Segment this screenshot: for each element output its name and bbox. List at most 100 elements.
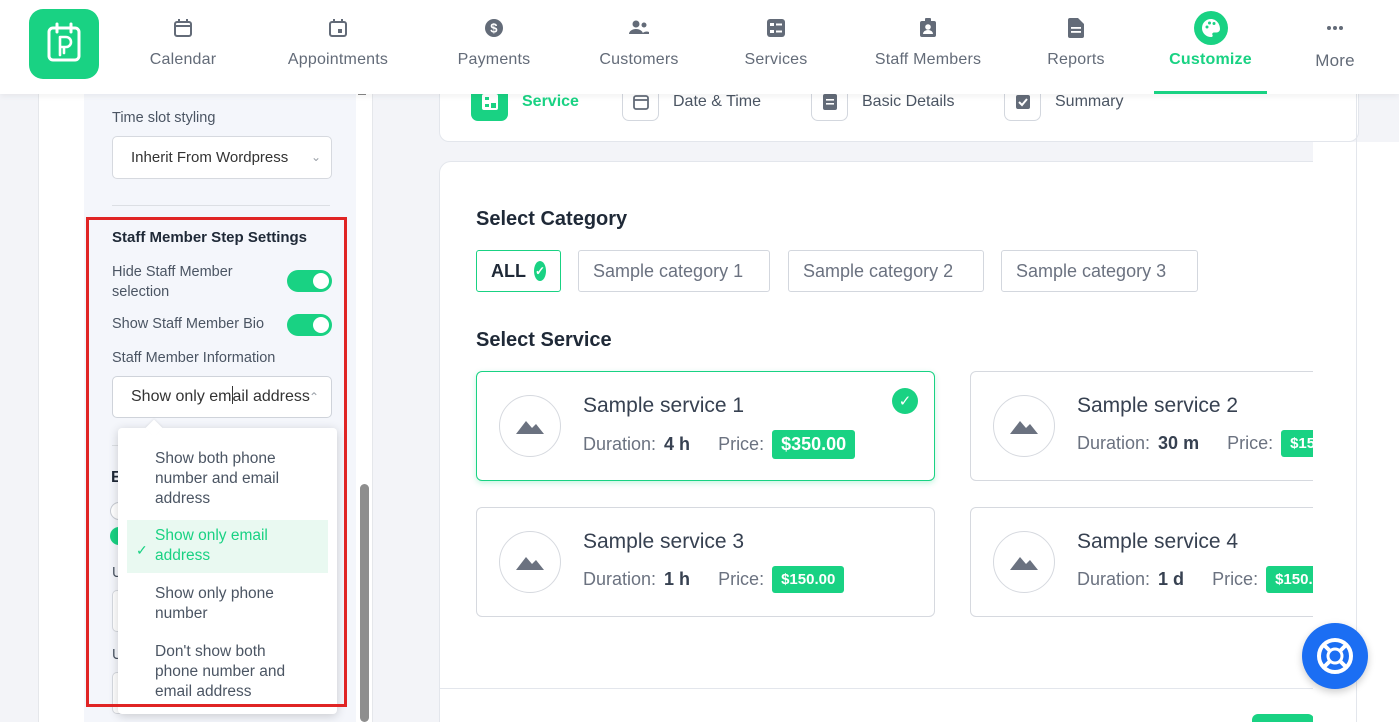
service-name: Sample service 4 xyxy=(1077,530,1239,553)
option-text: number and email xyxy=(155,470,280,487)
nav-customize[interactable]: Customize xyxy=(1154,0,1267,94)
check-icon: ✓ xyxy=(136,542,148,558)
service-name: Sample service 1 xyxy=(583,394,745,417)
next-button[interactable] xyxy=(1252,714,1314,722)
active-tab-indicator xyxy=(1154,91,1267,94)
svg-text:$: $ xyxy=(490,21,498,36)
option-text: phone number and xyxy=(155,663,286,680)
category-label: ALL xyxy=(491,260,526,281)
option-text: number xyxy=(155,605,208,622)
select-service-title: Select Service xyxy=(476,329,612,351)
service-meta: Duration: 1 d Price: $150.00 xyxy=(1077,566,1339,593)
service-duration: 30 m xyxy=(1158,433,1200,453)
chevron-down-icon: ⌄ xyxy=(310,150,321,164)
nav-reports[interactable]: Reports xyxy=(1043,0,1109,94)
category-chip-all[interactable]: ALL ✓ xyxy=(476,250,561,292)
service-meta: Duration: 4 h Price: $350.00 xyxy=(583,430,856,459)
staff-member-information-value-end: ail address xyxy=(232,388,310,405)
service-duration: 1 h xyxy=(664,569,691,589)
image-placeholder-icon xyxy=(499,395,561,457)
divider xyxy=(112,205,330,206)
category-label: Sample category 3 xyxy=(1016,260,1167,281)
duration-label: Duration: xyxy=(583,434,657,454)
show-staff-bio-toggle[interactable] xyxy=(287,314,332,336)
service-meta: Duration:30 m Price:$150.00 xyxy=(1077,430,1354,457)
help-button[interactable] xyxy=(1302,623,1368,689)
select-category-title: Select Category xyxy=(476,208,628,230)
category-chip-2[interactable]: Sample category 2 xyxy=(788,250,984,292)
duration-label: Duration: xyxy=(1077,569,1151,589)
option-text: address xyxy=(155,490,211,507)
scrollbar-thumb[interactable] xyxy=(360,484,369,722)
chevron-up-icon: ⌃ xyxy=(308,390,319,404)
palette-icon xyxy=(1193,11,1228,45)
nav-label: Calendar xyxy=(149,51,217,68)
dropdown-option-show-both[interactable]: Show both phone number and email address xyxy=(127,449,328,509)
scroll-marker xyxy=(358,94,366,95)
category-chip-1[interactable]: Sample category 1 xyxy=(578,250,770,292)
staff-icon xyxy=(919,16,937,40)
service-price: $350.00 xyxy=(772,430,856,459)
image-placeholder-icon xyxy=(499,531,561,593)
category-label: Sample category 1 xyxy=(593,260,744,281)
hide-staff-selection-label-line1: Hide Staff Member xyxy=(112,264,233,280)
dropdown-option-show-none[interactable]: Don't show both phone number and email a… xyxy=(127,642,328,702)
nav-label: Appointments xyxy=(287,51,389,68)
option-text: Show only phone xyxy=(155,585,274,602)
image-placeholder-icon xyxy=(993,531,1055,593)
step-label: Service xyxy=(522,93,579,110)
nav-label: Staff Members xyxy=(874,51,982,68)
price-label: Price: xyxy=(1227,433,1274,453)
nav-appointments[interactable]: Appointments xyxy=(280,0,396,94)
nav-label: Customize xyxy=(1169,51,1252,68)
panel-border xyxy=(1356,94,1357,722)
service-meta: Duration: 1 h Price: $150.00 xyxy=(583,566,845,593)
footer-divider xyxy=(440,688,1313,689)
nav-staff-members[interactable]: Staff Members xyxy=(866,0,990,94)
image-placeholder-icon xyxy=(993,395,1055,457)
step-label: Basic Details xyxy=(862,93,955,110)
nav-services[interactable]: Services xyxy=(740,0,812,94)
duration-label: Duration: xyxy=(583,569,657,589)
dropdown-option-show-phone[interactable]: Show only phone number xyxy=(127,584,328,624)
lifebuoy-icon xyxy=(1317,638,1353,674)
nav-payments[interactable]: $ Payments xyxy=(450,0,538,94)
services-icon xyxy=(766,16,786,40)
nav-more[interactable]: More xyxy=(1305,0,1365,94)
staff-member-information-select[interactable]: Show only email address ⌃ xyxy=(112,376,332,418)
service-name: Sample service 2 xyxy=(1077,394,1239,417)
service-card-1[interactable]: Sample service 1 Duration: 4 h Price: $350… xyxy=(476,371,935,481)
time-slot-styling-label: Time slot styling xyxy=(112,110,216,126)
nav-label: Services xyxy=(744,51,808,68)
hide-staff-selection-toggle[interactable] xyxy=(287,270,332,292)
check-circle-icon: ✓ xyxy=(534,261,546,281)
staff-member-information-value-start: Show only em xyxy=(131,388,232,405)
customers-icon xyxy=(628,16,650,40)
app-logo[interactable] xyxy=(29,9,99,79)
logo-icon xyxy=(47,22,81,62)
nav-customers[interactable]: Customers xyxy=(592,0,686,94)
calendar-icon xyxy=(173,16,193,40)
nav-calendar[interactable]: Calendar xyxy=(140,0,226,94)
service-price: $150.00 xyxy=(772,566,845,593)
appointments-icon xyxy=(328,16,348,40)
option-text: email address xyxy=(155,683,252,700)
service-name: Sample service 3 xyxy=(583,530,745,553)
step-label: Summary xyxy=(1055,93,1124,110)
show-staff-bio-label: Show Staff Member Bio xyxy=(112,316,265,332)
staff-member-step-settings-title: Staff Member Step Settings xyxy=(112,229,308,246)
dollar-icon: $ xyxy=(484,16,504,40)
time-slot-styling-value: Inherit From Wordpress xyxy=(131,149,289,166)
price-label: Price: xyxy=(718,569,765,589)
service-duration: 4 h xyxy=(664,434,691,454)
service-card-3[interactable]: Sample service 3 Duration: 1 h Price: $150… xyxy=(476,507,935,617)
time-slot-styling-select[interactable]: Inherit From Wordpress ⌄ xyxy=(112,136,332,179)
more-icon xyxy=(1326,16,1344,40)
staff-information-dropdown: Show both phone number and email address… xyxy=(118,428,337,714)
category-chip-3[interactable]: Sample category 3 xyxy=(1001,250,1198,292)
hide-staff-selection-label-line2: selection xyxy=(112,284,170,300)
dropdown-option-show-email[interactable]: ✓ Show only email address xyxy=(127,520,328,573)
service-duration: 1 d xyxy=(1158,569,1185,589)
option-text: Show only email xyxy=(155,527,268,544)
nav-label: Customers xyxy=(599,51,679,68)
